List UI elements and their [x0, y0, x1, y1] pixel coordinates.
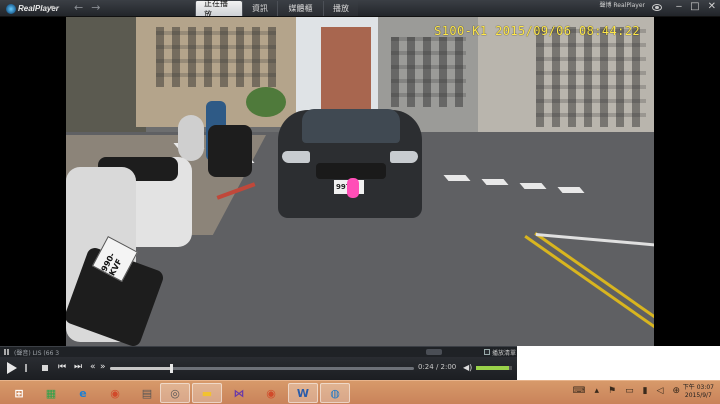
- crosswalk-stripe: [519, 183, 547, 189]
- tab-now-playing[interactable]: 正在播放: [195, 0, 242, 19]
- plate-redaction: [347, 178, 359, 198]
- play-button[interactable]: [7, 362, 17, 374]
- clock-date: 2015/9/7: [684, 392, 712, 399]
- pause-icon[interactable]: ‖: [24, 363, 28, 372]
- car-headlight: [390, 151, 418, 163]
- tray-up-icon[interactable]: ▴: [594, 386, 599, 396]
- tab-library[interactable]: 媒體櫃: [277, 1, 323, 16]
- seek-bar[interactable]: [110, 364, 414, 373]
- tab-info[interactable]: 資訊: [242, 1, 277, 16]
- back-icon[interactable]: ←: [74, 1, 91, 14]
- forward-icon[interactable]: →: [91, 1, 108, 14]
- visual-studio-icon[interactable]: ⋈: [224, 383, 254, 403]
- media-info-bar: (聲音) LIS (66 3 播放清單: [0, 346, 517, 357]
- previous-icon[interactable]: ⏮: [58, 362, 66, 372]
- close-icon[interactable]: ✕: [708, 1, 716, 12]
- store-icon[interactable]: ▦: [36, 383, 66, 403]
- realplayer-icon-2[interactable]: ◍: [320, 383, 350, 403]
- volume-icon[interactable]: ◀): [463, 363, 472, 372]
- files-icon[interactable]: ▤: [132, 383, 162, 403]
- car-headlight: [282, 151, 310, 163]
- playlist-label[interactable]: 播放清單: [492, 348, 516, 357]
- scene-tree: [246, 87, 286, 117]
- car-windshield: [302, 109, 400, 143]
- display-icon[interactable]: ▭: [625, 386, 634, 396]
- flag-icon[interactable]: ⚑: [608, 386, 616, 396]
- scene-windows: [156, 27, 276, 87]
- windows-taskbar: ⊞ ▦ e ◉ ▤ ◎ ▬ ⋈ ◉ W ◍ ⌨ ▴ ⚑ ▭ ▮ ◁ ⊕ 下午 0…: [0, 380, 720, 404]
- crosswalk-stripe: [481, 179, 509, 185]
- pause-status-icon: [4, 349, 9, 355]
- title-bar: RealPlayer ▾ ←→ 正在播放 資訊 媒體櫃 播放 聲博 RealPl…: [0, 0, 720, 19]
- crosswalk-stripe: [443, 175, 471, 181]
- playlist-panel: [517, 346, 720, 380]
- fast-forward-icon[interactable]: »: [100, 362, 106, 372]
- realplayer-logo-icon: [6, 3, 16, 14]
- back-forward-nav[interactable]: ←→: [74, 1, 108, 14]
- scene-windows: [391, 37, 466, 107]
- windows-start-icon[interactable]: ⊞: [4, 383, 34, 403]
- volume-slider[interactable]: [476, 366, 512, 370]
- chrome-icon[interactable]: ◉: [100, 383, 130, 403]
- playlist-checkbox[interactable]: [484, 349, 490, 355]
- system-tray: ⌨ ▴ ⚑ ▭ ▮ ◁ ⊕: [572, 386, 680, 396]
- folder-icon[interactable]: ▬: [192, 383, 222, 403]
- stop-button[interactable]: [42, 365, 48, 371]
- clock-time: 下午 03:07: [682, 384, 714, 391]
- chrome-icon-2[interactable]: ◉: [256, 383, 286, 403]
- restore-icon[interactable]: □: [690, 1, 699, 12]
- scene-building: [66, 17, 146, 137]
- word-icon[interactable]: W: [288, 383, 318, 403]
- scene-building: [321, 27, 371, 117]
- car-grille: [316, 163, 386, 179]
- scooter: [208, 125, 252, 177]
- realplayer-icon[interactable]: ◎: [160, 383, 190, 403]
- keyboard-icon[interactable]: ⌨: [572, 386, 585, 396]
- media-title: (聲音) LIS (66 3: [14, 350, 60, 357]
- time-display: 0:24 / 2:00: [418, 363, 457, 371]
- next-icon[interactable]: ⏭: [74, 362, 82, 372]
- quality-chip[interactable]: [426, 349, 442, 355]
- main-tabs: 正在播放 資訊 媒體櫃 播放: [195, 0, 358, 19]
- player-controls: ‖ ⏮ ⏭ « » 0:24 / 2:00 ◀): [0, 357, 517, 380]
- video-frame[interactable]: 997 990-KVF S100-K1 2015/09/06 08:44:22: [66, 17, 654, 346]
- window-controls: ‒ □ ✕: [676, 1, 716, 12]
- minimize-icon[interactable]: ‒: [676, 1, 682, 12]
- tab-play[interactable]: 播放: [323, 1, 358, 16]
- network-icon[interactable]: ▮: [643, 386, 648, 396]
- scene-windows: [536, 27, 646, 127]
- volume-level: [476, 366, 510, 370]
- brand-right: 聲博 RealPlayer: [599, 2, 645, 9]
- lang-icon[interactable]: ⊕: [672, 386, 680, 396]
- speaker-icon[interactable]: ◁: [657, 386, 664, 396]
- ie-icon[interactable]: e: [68, 383, 98, 403]
- crosswalk-stripe: [557, 187, 585, 193]
- seek-bar-fill: [110, 367, 171, 370]
- rewind-icon[interactable]: «: [90, 362, 96, 372]
- seek-handle[interactable]: [169, 364, 173, 373]
- eye-icon[interactable]: [652, 4, 662, 11]
- scooter: [178, 115, 204, 161]
- dashcam-timestamp: S100-K1 2015/09/06 08:44:22: [434, 24, 640, 38]
- taskbar-clock[interactable]: 下午 03:07 2015/9/7: [683, 384, 714, 400]
- menu-dropdown-icon[interactable]: ▾: [50, 3, 62, 13]
